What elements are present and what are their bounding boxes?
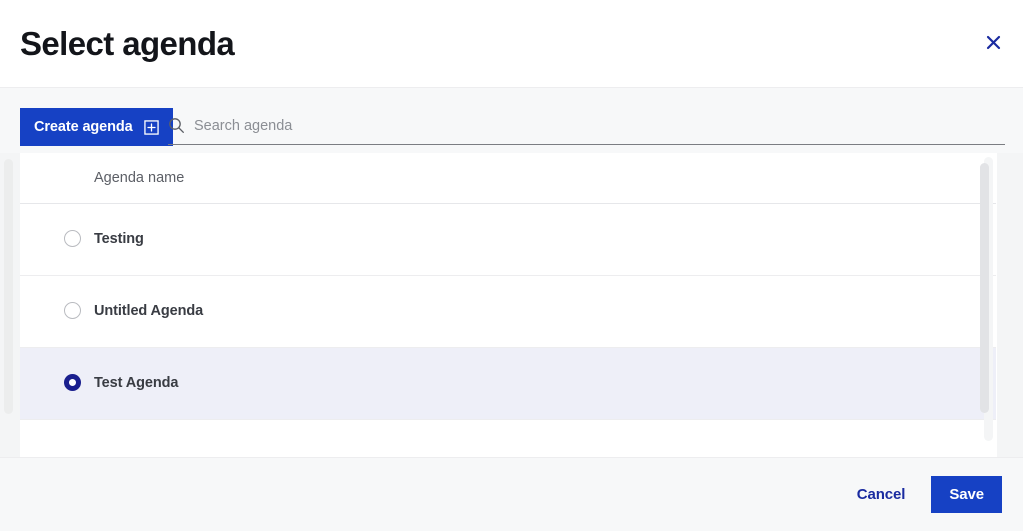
search-glyph	[169, 118, 184, 133]
column-header-select	[20, 153, 92, 204]
spacer-cell	[92, 419, 996, 449]
table-row[interactable]: Testing	[20, 203, 996, 276]
left-gutter	[0, 153, 20, 457]
search-input[interactable]	[194, 108, 1005, 143]
close-icon[interactable]	[981, 30, 1005, 54]
spacer-cell	[20, 419, 92, 449]
plus-square-icon	[143, 119, 159, 135]
radio-button-selected[interactable]	[64, 374, 81, 392]
agenda-list-scroller[interactable]: Agenda name Testing Untitled Agenda Test…	[20, 153, 997, 457]
select-agenda-dialog: Select agenda Create agenda Search agend…	[0, 0, 1023, 531]
agenda-table: Agenda name Testing Untitled Agenda Test…	[20, 153, 996, 449]
search-icon	[168, 117, 185, 134]
create-agenda-label: Create agenda	[34, 119, 133, 135]
close-glyph	[986, 35, 1000, 49]
radio-button[interactable]	[64, 302, 81, 320]
plus-square-glyph	[143, 119, 159, 135]
agenda-name-cell: Testing	[92, 203, 996, 276]
table-header-row: Agenda name	[20, 153, 996, 204]
dialog-footer: Cancel Save	[0, 457, 1023, 531]
dialog-toolbar: Create agenda	[0, 87, 1023, 153]
table-spacer-row	[20, 419, 996, 449]
row-select-cell[interactable]	[20, 203, 92, 276]
search-field[interactable]	[168, 107, 1005, 145]
agenda-name-cell: Untitled Agenda	[92, 275, 996, 348]
table-row[interactable]: Test Agenda	[20, 347, 996, 420]
agenda-table-head: Agenda name	[20, 153, 996, 204]
table-row[interactable]: Untitled Agenda	[20, 275, 996, 348]
create-agenda-button[interactable]: Create agenda	[20, 108, 173, 146]
agenda-name-cell: Test Agenda	[92, 347, 996, 420]
vertical-scrollbar-thumb[interactable]	[980, 163, 989, 413]
page-title: Select agenda	[20, 25, 235, 62]
radio-button[interactable]	[64, 230, 81, 248]
column-header-agenda-name: Agenda name	[92, 153, 996, 204]
agenda-table-body: Testing Untitled Agenda Test Agenda	[20, 203, 996, 449]
dialog-body: Agenda name Testing Untitled Agenda Test…	[0, 153, 1023, 457]
vertical-scrollbar-track[interactable]	[980, 157, 993, 441]
dialog-header: Select agenda	[0, 0, 1023, 87]
row-select-cell[interactable]	[20, 275, 92, 348]
left-gutter-thumb	[4, 159, 13, 414]
cancel-button[interactable]: Cancel	[853, 478, 910, 511]
save-button[interactable]: Save	[931, 476, 1002, 513]
row-select-cell[interactable]	[20, 347, 92, 420]
